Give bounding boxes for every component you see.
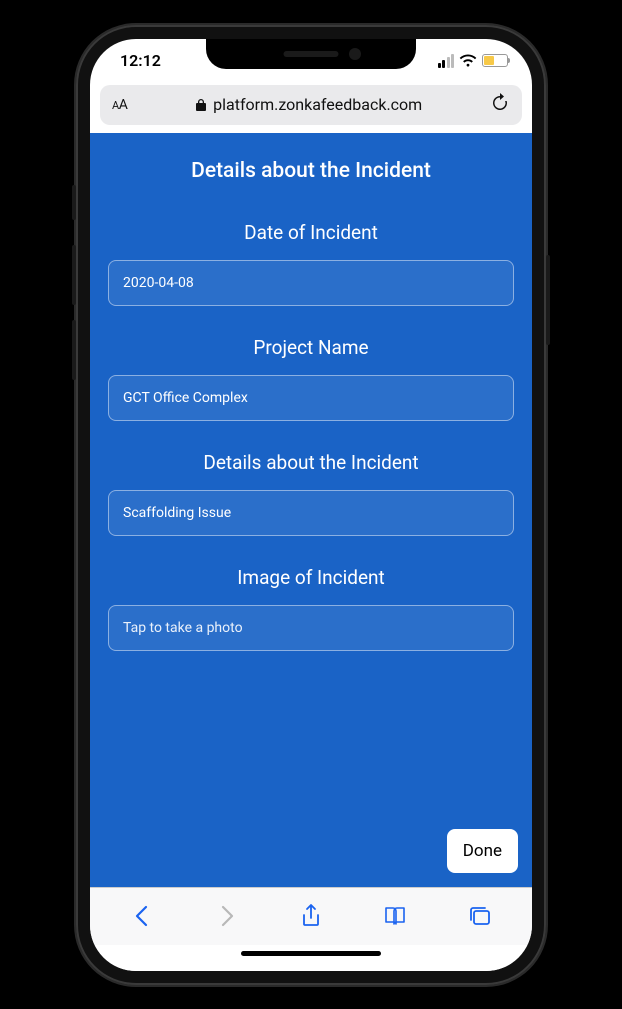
field-project: Project Name	[108, 336, 514, 421]
date-input[interactable]	[108, 260, 514, 306]
image-input[interactable]	[108, 605, 514, 651]
field-details: Details about the Incident	[108, 451, 514, 536]
browser-toolbar	[90, 887, 532, 945]
bookmarks-button[interactable]	[375, 896, 415, 936]
volume-up-button	[72, 245, 76, 305]
phone-frame: 12:12 AA platform.zonkafeedback.com	[76, 25, 546, 985]
volume-down-button	[72, 320, 76, 380]
done-button[interactable]: Done	[447, 829, 518, 873]
forward-button[interactable]	[207, 896, 247, 936]
home-indicator[interactable]	[90, 945, 532, 971]
field-date: Date of Incident	[108, 221, 514, 306]
power-button	[546, 255, 550, 345]
date-label: Date of Incident	[108, 221, 514, 244]
form-content: Details about the Incident Date of Incid…	[90, 133, 532, 887]
side-button	[72, 185, 76, 220]
back-button[interactable]	[122, 896, 162, 936]
details-input[interactable]	[108, 490, 514, 536]
url-display[interactable]: platform.zonkafeedback.com	[135, 95, 482, 114]
cellular-signal-icon	[438, 54, 455, 68]
image-label: Image of Incident	[108, 566, 514, 589]
tabs-button[interactable]	[460, 896, 500, 936]
battery-icon	[482, 54, 508, 67]
notch	[206, 39, 416, 69]
reload-icon[interactable]	[490, 93, 510, 117]
status-time: 12:12	[120, 51, 161, 70]
project-label: Project Name	[108, 336, 514, 359]
lock-icon	[195, 98, 207, 112]
project-input[interactable]	[108, 375, 514, 421]
url-bar[interactable]: AA platform.zonkafeedback.com	[100, 85, 522, 125]
page-title: Details about the Incident	[108, 159, 514, 183]
details-label: Details about the Incident	[108, 451, 514, 474]
field-image: Image of Incident	[108, 566, 514, 651]
screen: 12:12 AA platform.zonkafeedback.com	[90, 39, 532, 971]
text-size-button[interactable]: AA	[112, 97, 127, 113]
wifi-icon	[459, 54, 477, 67]
url-text: platform.zonkafeedback.com	[213, 95, 422, 114]
status-indicators	[438, 54, 509, 68]
share-button[interactable]	[291, 896, 331, 936]
